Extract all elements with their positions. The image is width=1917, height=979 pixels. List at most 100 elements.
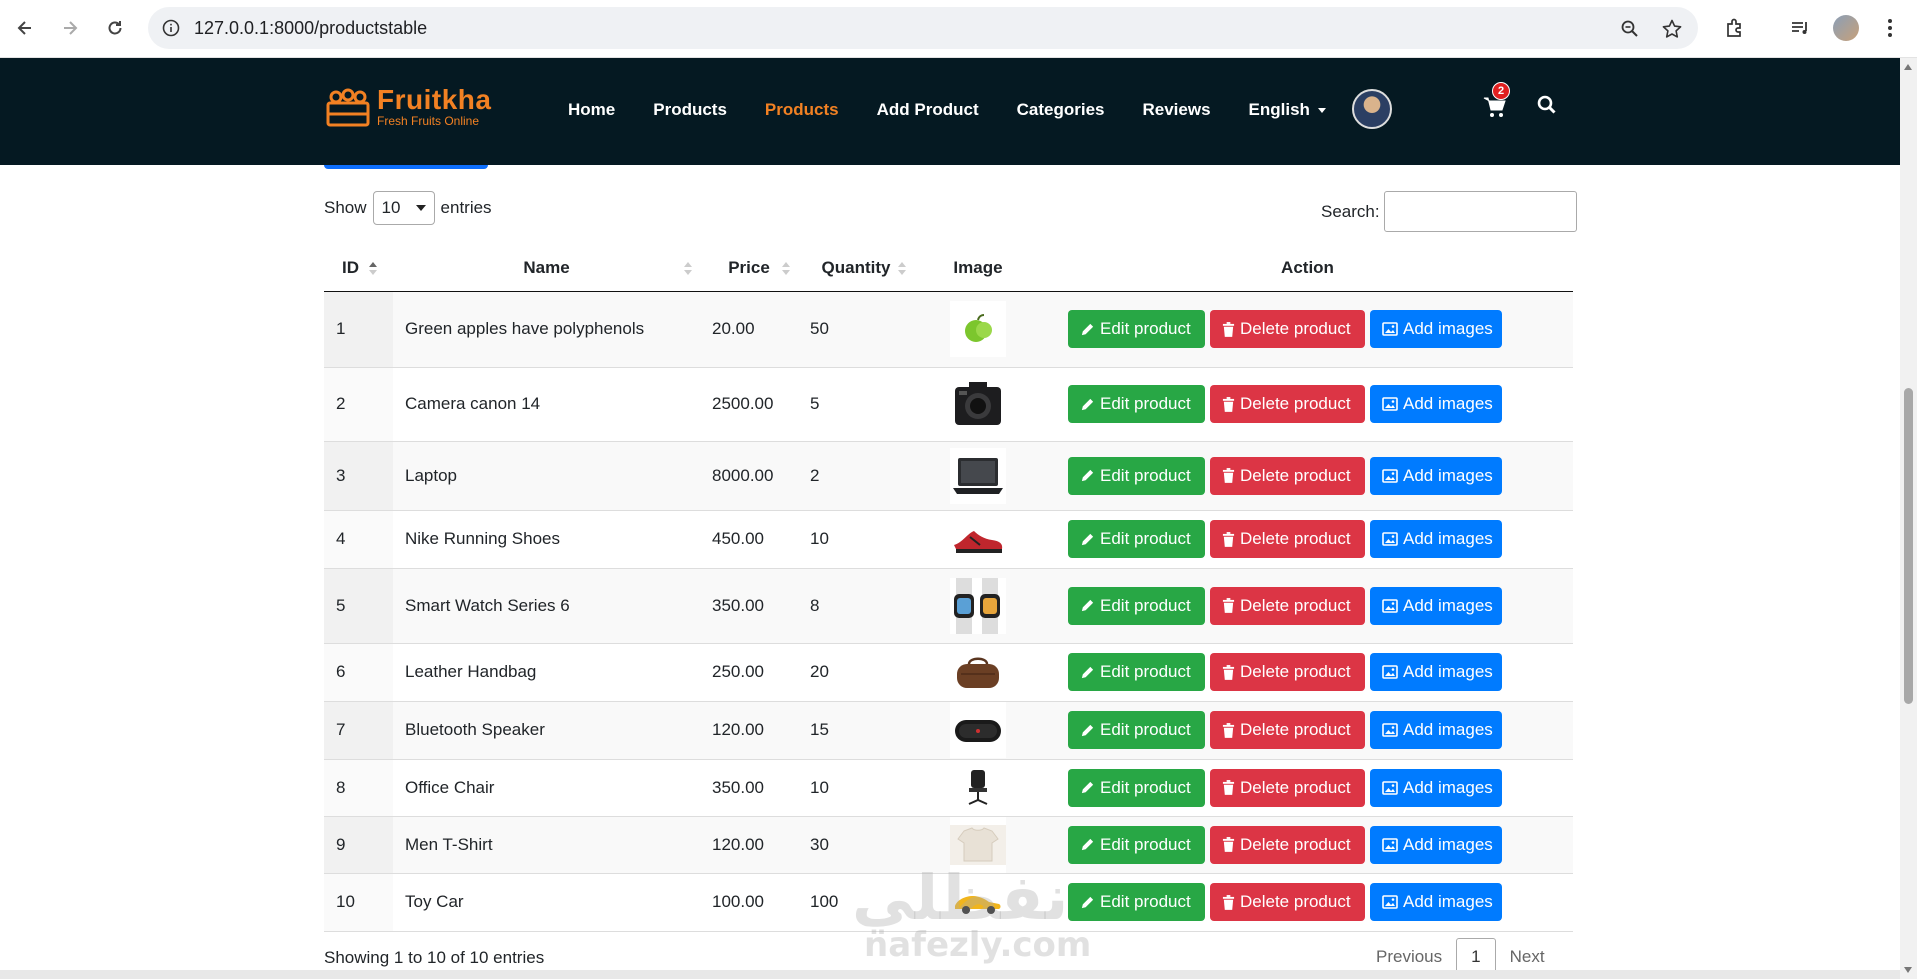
delete-product-button[interactable]: Delete product <box>1210 711 1365 749</box>
cell-quantity: 10 <box>798 510 914 569</box>
product-thumbnail-watch <box>950 577 1006 634</box>
add-images-button[interactable]: Add images <box>1370 768 1502 807</box>
add-images-button[interactable]: Add images <box>1370 456 1502 495</box>
cell-name: Nike Running Shoes <box>393 510 700 569</box>
edit-product-button[interactable]: Edit product <box>1068 310 1205 348</box>
forward-icon[interactable] <box>54 12 86 44</box>
scrollbar-thumb[interactable] <box>1904 388 1913 704</box>
site-info-icon[interactable] <box>160 17 182 39</box>
scroll-down-arrow[interactable] <box>1904 967 1912 973</box>
delete-product-button[interactable]: Delete product <box>1210 883 1365 921</box>
image-icon <box>1382 598 1398 613</box>
column-header-action: Action <box>1042 245 1573 292</box>
table-search-input[interactable] <box>1383 191 1577 232</box>
cell-name: Laptop <box>393 441 700 511</box>
delete-product-button[interactable]: Delete product <box>1210 385 1365 423</box>
edit-product-button[interactable]: Edit product <box>1068 385 1205 423</box>
column-header-id[interactable]: ID <box>324 245 393 292</box>
address-bar[interactable]: 127.0.0.1:8000/productstable <box>148 7 1698 49</box>
delete-product-button[interactable]: Delete product <box>1210 520 1365 558</box>
cell-image <box>914 367 1042 442</box>
cell-quantity: 2 <box>798 441 914 511</box>
delete-product-button[interactable]: Delete product <box>1210 310 1365 348</box>
cell-image <box>914 701 1042 760</box>
site-logo[interactable]: Fruitkha Fresh Fruits Online <box>325 86 491 128</box>
media-icon[interactable] <box>1785 13 1815 43</box>
edit-product-button[interactable]: Edit product <box>1068 456 1205 495</box>
column-header-price[interactable]: Price <box>700 245 798 292</box>
trash-icon <box>1222 664 1235 680</box>
search-icon[interactable] <box>1536 94 1558 116</box>
back-icon[interactable] <box>9 12 41 44</box>
table-row: 8 Office Chair 350.00 10 Edit product Delete … <box>324 759 1573 817</box>
delete-product-button[interactable]: Delete product <box>1210 586 1365 625</box>
extensions-icon[interactable] <box>1720 13 1750 43</box>
edit-product-button[interactable]: Edit product <box>1068 653 1205 691</box>
table-row: 1 Green apples have polyphenols 20.00 50 Edi… <box>324 291 1573 368</box>
scroll-up-arrow[interactable] <box>1904 64 1912 70</box>
browser-toolbar: 127.0.0.1:8000/productstable <box>0 0 1917 58</box>
add-images-button[interactable]: Add images <box>1370 520 1502 558</box>
delete-product-button[interactable]: Delete product <box>1210 768 1365 807</box>
nav-products-active[interactable]: Products <box>765 100 839 120</box>
language-label[interactable]: English <box>1249 100 1310 119</box>
nav-home[interactable]: Home <box>568 100 615 120</box>
pencil-icon <box>1080 780 1095 795</box>
add-images-button[interactable]: Add images <box>1370 385 1502 423</box>
add-images-button[interactable]: Add images <box>1370 586 1502 625</box>
cell-quantity: 10 <box>798 759 914 817</box>
column-header-quantity[interactable]: Quantity <box>798 245 914 292</box>
entries-select[interactable]: 10 <box>372 191 435 225</box>
zoom-icon[interactable] <box>1618 17 1642 41</box>
cell-actions: Edit product Delete product Add images <box>1042 510 1573 569</box>
bookmark-star-icon[interactable] <box>1660 17 1684 41</box>
cell-price: 120.00 <box>700 816 798 874</box>
edit-product-button[interactable]: Edit product <box>1068 768 1205 807</box>
column-header-name[interactable]: Name <box>393 245 700 292</box>
sort-icon <box>782 262 790 276</box>
language-dropdown[interactable]: English <box>1249 100 1326 120</box>
nav-reviews[interactable]: Reviews <box>1142 100 1210 120</box>
edit-product-button[interactable]: Edit product <box>1068 520 1205 558</box>
cell-actions: Edit product Delete product Add images <box>1042 873 1573 932</box>
table-body: 1 Green apples have polyphenols 20.00 50 Edi… <box>324 291 1573 932</box>
cell-price: 250.00 <box>700 643 798 702</box>
kebab-menu-icon[interactable] <box>1875 13 1905 43</box>
page-scrollbar[interactable] <box>1900 58 1917 979</box>
nav-categories[interactable]: Categories <box>1017 100 1105 120</box>
profile-avatar[interactable] <box>1831 13 1861 43</box>
trash-icon <box>1222 722 1235 738</box>
edit-product-button[interactable]: Edit product <box>1068 825 1205 864</box>
image-icon <box>1382 532 1398 546</box>
nav-add-product[interactable]: Add Product <box>877 100 979 120</box>
add-images-button[interactable]: Add images <box>1370 653 1502 691</box>
add-images-button[interactable]: Add images <box>1370 310 1502 348</box>
delete-product-button[interactable]: Delete product <box>1210 825 1365 864</box>
table-info: Showing 1 to 10 of 10 entries <box>324 948 545 967</box>
brand-name: Fruitkha <box>377 84 492 115</box>
delete-product-button[interactable]: Delete product <box>1210 653 1365 691</box>
trash-icon <box>1222 531 1235 547</box>
search-label: Search: <box>1321 201 1380 221</box>
edit-product-button[interactable]: Edit product <box>1068 586 1205 625</box>
watermark-arabic: نفظلي <box>852 861 1069 934</box>
add-images-button[interactable]: Add images <box>1370 825 1502 864</box>
reload-icon[interactable] <box>99 12 131 44</box>
cell-quantity: 5 <box>798 367 914 442</box>
cell-price: 120.00 <box>700 701 798 760</box>
cell-actions: Edit product Delete product Add images <box>1042 816 1573 874</box>
cell-actions: Edit product Delete product Add images <box>1042 643 1573 702</box>
pencil-icon <box>1080 723 1095 738</box>
add-images-button[interactable]: Add images <box>1370 711 1502 749</box>
user-avatar[interactable] <box>1352 89 1392 129</box>
delete-product-button[interactable]: Delete product <box>1210 456 1365 495</box>
cell-id: 7 <box>324 701 393 760</box>
bottom-edge <box>0 970 1900 979</box>
cell-actions: Edit product Delete product Add images <box>1042 759 1573 817</box>
cell-actions: Edit product Delete product Add images <box>1042 441 1573 511</box>
nav-products[interactable]: Products <box>653 100 727 120</box>
entries-length-control: Show 10 entries <box>324 191 492 225</box>
add-images-button[interactable]: Add images <box>1370 883 1502 921</box>
cell-image <box>914 510 1042 569</box>
edit-product-button[interactable]: Edit product <box>1068 711 1205 749</box>
